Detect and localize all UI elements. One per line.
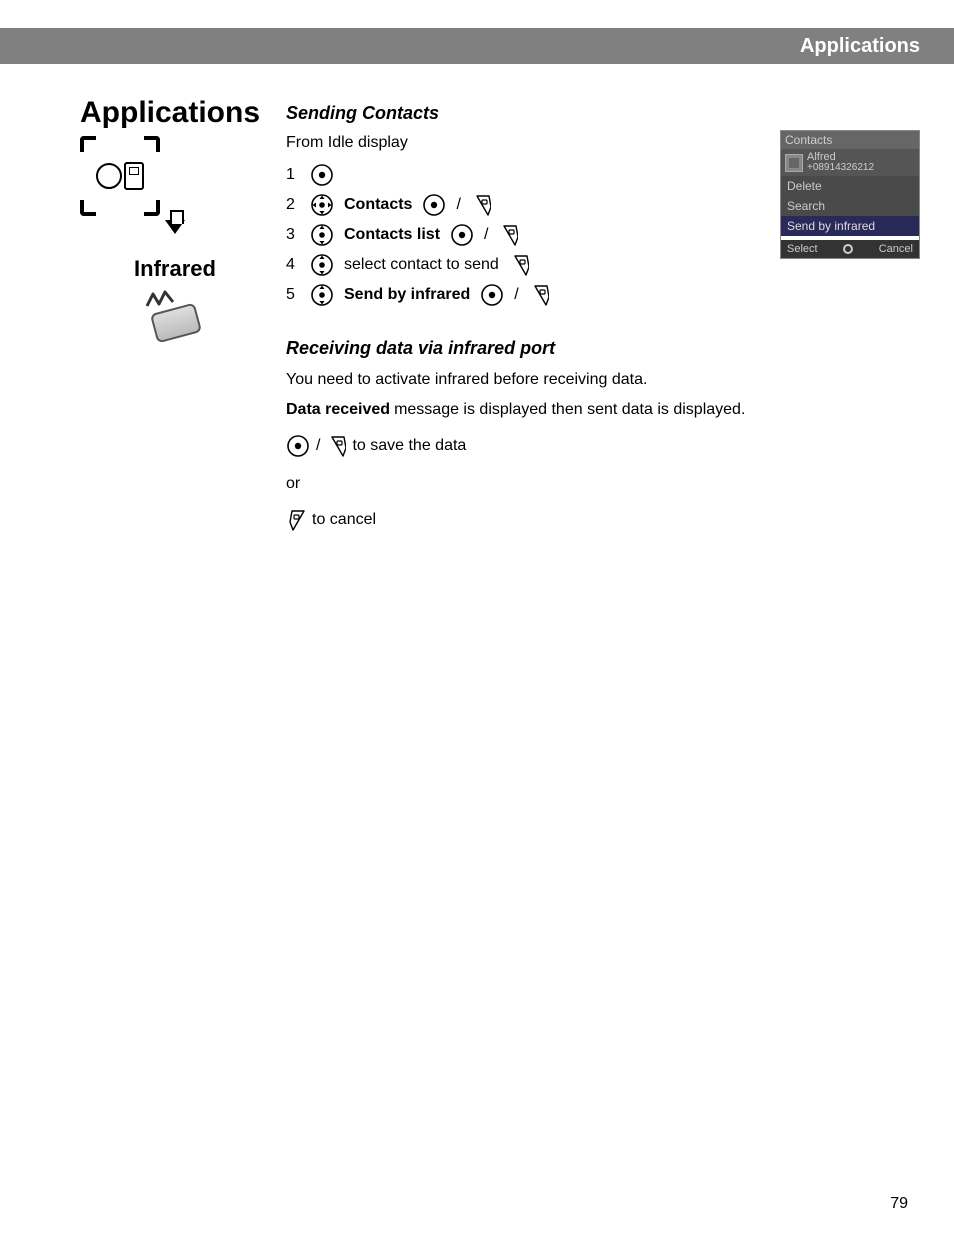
phone-menu-delete: Delete	[781, 176, 919, 196]
nav-vertical-icon	[310, 223, 334, 247]
step-number: 5	[286, 283, 300, 307]
slash: /	[484, 223, 488, 247]
nav-vertical-icon	[310, 283, 334, 307]
sending-contacts-heading: Sending Contacts	[286, 100, 756, 127]
center-key-icon	[450, 223, 474, 247]
center-indicator-icon	[843, 244, 853, 254]
receiving-line-1: You need to activate infrared before rec…	[286, 368, 756, 392]
save-data-line: / to save the data	[286, 434, 466, 458]
center-key-icon	[310, 163, 334, 187]
phone-contact-row: Alfred +08914326212	[781, 149, 919, 176]
phone-contact-number: +08914326212	[807, 163, 874, 173]
step-number: 3	[286, 223, 300, 247]
step-number: 1	[286, 163, 300, 187]
step-1: 1	[286, 163, 756, 187]
nav-4way-icon	[310, 193, 334, 217]
from-idle-text: From Idle display	[286, 131, 756, 155]
page-header: Applications	[0, 28, 954, 64]
center-key-icon	[286, 434, 310, 458]
contact-avatar-icon	[785, 154, 803, 172]
right-softkey-icon	[286, 508, 306, 532]
cancel-line: to cancel	[286, 508, 376, 532]
main-content: Sending Contacts From Idle display 1 2 C…	[286, 100, 756, 540]
phone-menu-send-infrared: Send by infrared	[781, 216, 919, 236]
slash: /	[456, 193, 460, 217]
phone-menu-search: Search	[781, 196, 919, 216]
page-number: 79	[890, 1195, 908, 1213]
infrared-label: Infrared	[80, 256, 270, 282]
step-number: 2	[286, 193, 300, 217]
down-arrow-icon	[165, 220, 185, 234]
step-label: Contacts list	[344, 223, 440, 247]
receiving-heading: Receiving data via infrared port	[286, 335, 756, 362]
left-softkey-icon	[509, 253, 529, 277]
nav-vertical-icon	[310, 253, 334, 277]
slash: /	[316, 434, 320, 458]
step-label: select contact to send	[344, 253, 499, 277]
left-softkey-icon	[498, 223, 518, 247]
sending-steps: 1 2 Contacts / 3 Contacts list / 4	[286, 163, 756, 307]
save-text: to save the data	[352, 434, 466, 458]
center-key-icon	[480, 283, 504, 307]
left-softkey-icon	[326, 434, 346, 458]
receiving-line-2-rest: message is displayed then sent data is d…	[394, 398, 745, 422]
receiving-line-2: Data received message is displayed then …	[286, 398, 756, 422]
phone-screen-title: Contacts	[781, 131, 919, 149]
applications-icon	[80, 136, 160, 216]
data-received-label: Data received	[286, 398, 390, 422]
header-title: Applications	[800, 35, 920, 58]
chapter-title: Applications	[80, 96, 270, 130]
left-softkey-icon	[471, 193, 491, 217]
or-text: or	[286, 472, 756, 496]
step-2: 2 Contacts /	[286, 193, 756, 217]
step-4: 4 select contact to send	[286, 253, 756, 277]
step-5: 5 Send by infrared /	[286, 283, 756, 307]
calculator-icon	[124, 162, 144, 190]
left-softkey-icon	[529, 283, 549, 307]
infrared-phone-icon	[145, 288, 205, 338]
step-number: 4	[286, 253, 300, 277]
left-sidebar: Applications Infrared	[80, 96, 270, 338]
slash: /	[514, 283, 518, 307]
phone-context-menu: Delete Search Send by infrared	[781, 176, 919, 236]
cancel-text: to cancel	[312, 508, 376, 532]
phone-screenshot: Contacts Alfred +08914326212 Delete Sear…	[780, 130, 920, 259]
phone-softkey-left: Select	[787, 243, 818, 255]
center-key-icon	[422, 193, 446, 217]
step-label: Contacts	[344, 193, 412, 217]
step-label: Send by infrared	[344, 283, 470, 307]
phone-softkey-bar: Select Cancel	[781, 240, 919, 258]
phone-softkey-right: Cancel	[879, 243, 913, 255]
step-3: 3 Contacts list /	[286, 223, 756, 247]
clock-icon	[96, 163, 122, 189]
